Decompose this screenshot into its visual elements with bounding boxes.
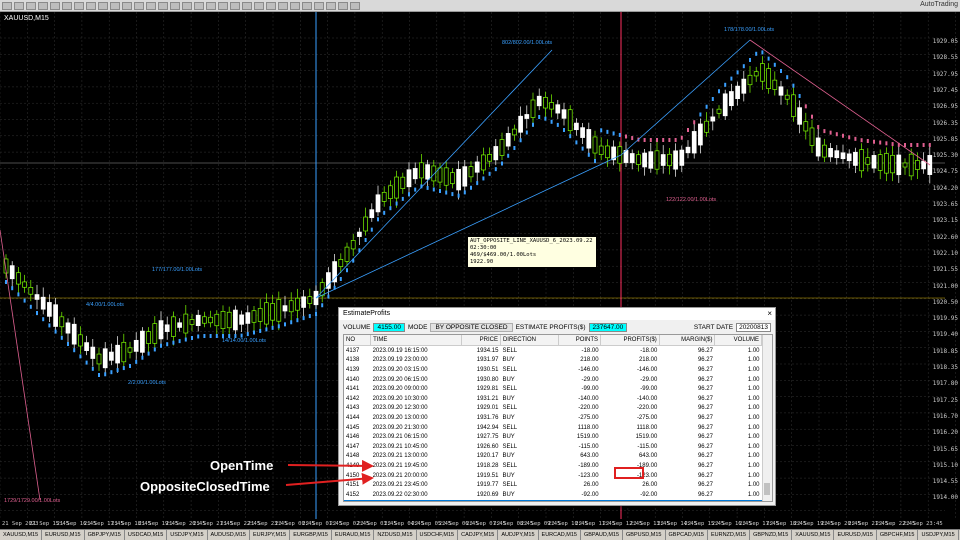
chart-tab[interactable]: EURUSD,M15: [834, 530, 877, 540]
chart-tab[interactable]: CADJPY,M15: [458, 530, 499, 540]
chart-tab[interactable]: XAUUSD,M15: [792, 530, 835, 540]
chart-tab[interactable]: EURUSD,M15: [42, 530, 85, 540]
chart-tab[interactable]: NZDUSD,M15: [374, 530, 417, 540]
chart-tab[interactable]: AUDJPY,M15: [498, 530, 539, 540]
chart-tabs: XAUUSD,M15 EURUSD,M15 GBPJPY,M15 USDCAD,M15…: [0, 529, 960, 540]
chart-tab[interactable]: EURAUD,M15: [332, 530, 375, 540]
chart-tab[interactable]: GBPNZD,M15: [750, 530, 793, 540]
chart-tab[interactable]: USDCAD,M15: [125, 530, 168, 540]
chart-tab[interactable]: EURJPY,M15: [250, 530, 291, 540]
chart-tab[interactable]: EURGBP,M15: [290, 530, 332, 540]
open-time-arrow: [287, 459, 374, 472]
closed-time-arrow: [285, 472, 374, 486]
chart-tab[interactable]: USDCHF,M15: [417, 530, 459, 540]
chart-tab[interactable]: EURNZD,M15: [708, 530, 751, 540]
chart-tab[interactable]: GBPCHF,M15: [877, 530, 919, 540]
annotation-arrows: [285, 459, 374, 486]
chart-tab[interactable]: AUDUSD,M15: [208, 530, 250, 540]
chart-tab[interactable]: XAUUSD,M15: [0, 530, 43, 540]
chart-tab[interactable]: GBPCAD,M15: [666, 530, 708, 540]
chart-tab[interactable]: GBPUSD,M15: [623, 530, 666, 540]
chart-tab[interactable]: GBPAUD,M15: [581, 530, 624, 540]
chart-tab[interactable]: GBPJPY,M15: [85, 530, 125, 540]
chart-tab[interactable]: EURCAD,M15: [539, 530, 581, 540]
chart-tab[interactable]: USDJPY,M15: [167, 530, 208, 540]
chart-tab[interactable]: USDJPY,M15: [918, 530, 959, 540]
